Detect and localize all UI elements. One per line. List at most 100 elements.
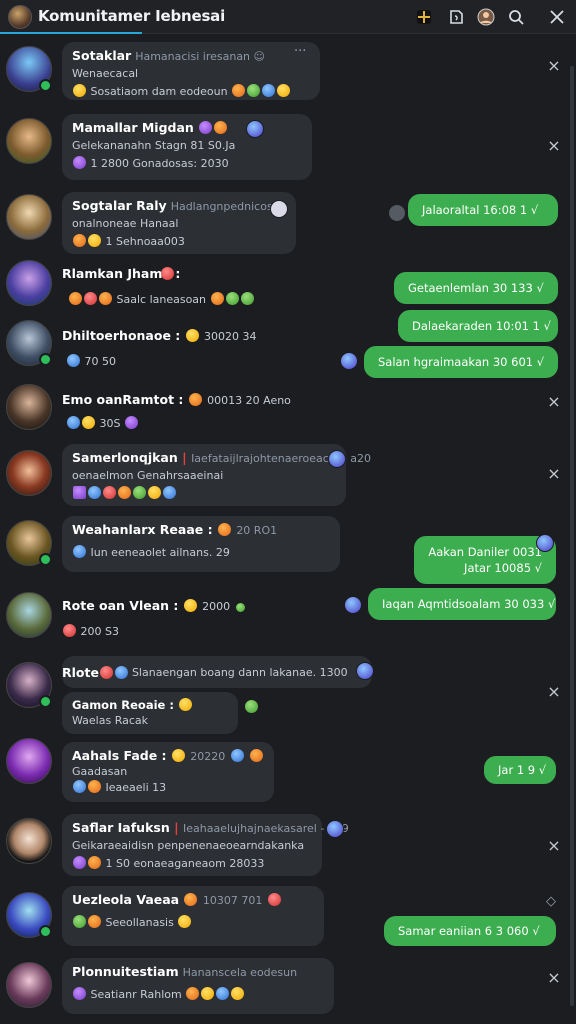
emoji-icon	[247, 84, 261, 97]
reaction-icon[interactable]	[328, 450, 346, 468]
chat-row[interactable]: Emo oanRamtot : 00013 20 Aeno 30S ×	[0, 382, 576, 438]
online-indicator	[39, 79, 52, 92]
message-bubble[interactable]: Plonnuitestiam Hananscela eodesun Seatian…	[62, 958, 334, 1014]
emoji-icon	[216, 987, 230, 1000]
emoji-icon	[73, 156, 86, 169]
avatar	[6, 592, 52, 638]
close-icon[interactable]: ×	[546, 394, 562, 410]
message-line: 1 S0 eonaeaganeaom 28033	[105, 857, 265, 870]
message-line: 70 50	[84, 355, 117, 368]
message-bubble[interactable]: Sogtalar Raly Hadlangnpednicos : onalnone…	[62, 192, 296, 254]
forward-icon[interactable]	[388, 204, 406, 222]
reaction-icon[interactable]	[340, 352, 358, 370]
emoji-icon	[67, 416, 80, 429]
close-icon[interactable]: ×	[546, 58, 562, 74]
outgoing-message[interactable]: Jar 1 9 √	[484, 756, 556, 784]
chat-row[interactable]: Rote oan Vlean : 2000 200 S3 Iaqan Aqmti…	[0, 588, 576, 648]
emoji-icon	[214, 121, 228, 134]
more-options-icon[interactable]: ···	[294, 44, 306, 59]
outgoing-message[interactable]: Getaenlemlan 30 133 √	[394, 272, 558, 304]
outgoing-message[interactable]: Salan hgraimaakan 30 601 √	[364, 346, 558, 378]
outgoing-message[interactable]: Dalaekaraden 10:01 1 √	[398, 310, 558, 342]
active-tab-indicator	[0, 32, 142, 34]
search-icon[interactable]	[504, 5, 528, 29]
sender-status: 10307 701	[202, 894, 263, 907]
emoji-icon	[99, 665, 113, 679]
pin-icon[interactable]: ◇	[546, 894, 556, 909]
avatar	[6, 818, 52, 864]
reaction-icon[interactable]	[326, 820, 344, 838]
reaction-icon[interactable]	[246, 120, 264, 138]
avatar	[6, 118, 52, 164]
emoji-icon	[210, 292, 224, 305]
message-bubble[interactable]: Uezleola Vaeaa 10307 701 Seeollanasis	[62, 886, 324, 946]
message-line: Geikaraeaidisn penpenenaeoearndakanka	[72, 839, 305, 852]
emoji-icon	[73, 545, 86, 558]
chat-row[interactable]: Rlote Slanaengan boang dann lakanae. 130…	[0, 654, 576, 736]
chat-row[interactable]: Samerlonqjkan | Iaefataijlrajohtenaeroea…	[0, 444, 576, 508]
online-indicator	[39, 353, 52, 366]
close-icon[interactable]	[545, 5, 569, 29]
emoji-icon	[217, 523, 231, 536]
reaction-icon[interactable]	[270, 200, 288, 218]
chat-row[interactable]: Dhiltoerhonaoe : 30020 34 70 50 Dalaekar…	[0, 310, 576, 378]
outgoing-message[interactable]: Aakan Daniler 0031 Jatar 10085 √	[414, 536, 556, 584]
sender-status: Hananscela eodesun	[182, 966, 298, 979]
chat-row[interactable]: Uezleola Vaeaa 10307 701 Seeollanasis ◇ …	[0, 886, 576, 950]
close-icon[interactable]: ×	[546, 466, 562, 482]
emoji-icon	[82, 416, 95, 429]
message-bubble[interactable]: Aahals Fade : 20220 Gaadasan Ieaeaeli 13	[62, 742, 274, 802]
sender-name: Saflar Iafuksn	[72, 820, 170, 835]
outgoing-message[interactable]: Iaqan Aqmtidsoalam 30 033 √	[368, 588, 556, 620]
sender-status: Hamanacisi iresanan ☺	[135, 50, 265, 63]
avatar	[6, 738, 52, 784]
message-line: Wenaecacal	[72, 67, 139, 80]
message-bubble[interactable]: Mamallar Migdan Gelekananahn Stagn 81 S0…	[62, 114, 312, 180]
sticker-icon[interactable]	[444, 5, 468, 29]
sender-status: 20 RO1	[236, 524, 278, 537]
cross-icon[interactable]	[412, 5, 436, 29]
message-bubble[interactable]: Sotaklar Hamanacisi iresanan ☺ Wenaecacal…	[62, 42, 320, 100]
chat-row[interactable]: Aahals Fade : 20220 Gaadasan Ieaeaeli 13…	[0, 738, 576, 804]
outgoing-message[interactable]: Jalaoraltal 16:08 1 √	[408, 194, 558, 226]
reaction-icon[interactable]	[536, 534, 554, 552]
sender-status: 2000	[202, 600, 231, 613]
message-bubble[interactable]: Rlote Slanaengan boang dann lakanae. 130…	[62, 656, 372, 688]
emoji-icon	[161, 267, 174, 280]
reaction-icon[interactable]	[356, 662, 374, 680]
app-title: Komunitamer Iebnesai	[38, 7, 226, 25]
emoji-icon	[184, 893, 198, 906]
message-bubble[interactable]: Weahanlarx Reaae : 20 RO1 Iun eeneaolet …	[62, 516, 340, 572]
online-indicator	[39, 925, 52, 938]
emoji-icon	[73, 987, 86, 1000]
sender-name: Rlote	[62, 664, 99, 680]
emoji-icon	[73, 486, 86, 499]
sender-name: Emo oanRamtot :	[62, 392, 184, 407]
chat-row[interactable]: Saflar Iafuksn | Ieahaaelujhajnaekasarel…	[0, 812, 576, 880]
chat-row[interactable]: Plonnuitestiam Hananscela eodesun Seatian…	[0, 956, 576, 1016]
chat-row[interactable]: Sogtalar Raly Hadlangnpednicos : onalnone…	[0, 190, 576, 256]
close-icon[interactable]: ×	[546, 138, 562, 154]
close-icon[interactable]: ×	[546, 684, 562, 700]
emoji-icon	[225, 292, 239, 305]
sender-status: Ieahaaelujhajnaekasarel - 209	[183, 822, 349, 835]
outgoing-message[interactable]: Samar eaniian 6 3 060 √	[384, 916, 556, 946]
message-bubble[interactable]: Gamon Reoaie : Waelas Racak	[62, 692, 238, 734]
message-bubble[interactable]: Saflar Iafuksn | Ieahaaelujhajnaekasarel…	[62, 814, 349, 876]
close-icon[interactable]: ×	[546, 970, 562, 986]
message-bubble[interactable]: Samerlonqjkan | Iaefataijlrajohtenaeroea…	[62, 444, 371, 506]
chat-row[interactable]: Mamallar Migdan Gelekananahn Stagn 81 S0…	[0, 112, 576, 182]
emoji-icon	[133, 486, 146, 499]
emoji-icon	[73, 915, 86, 928]
reaction-icon[interactable]	[344, 596, 362, 614]
profile-avatar-icon[interactable]	[474, 5, 498, 29]
close-icon[interactable]: ×	[546, 838, 562, 854]
sender-status: Hadlangnpednicos :	[170, 200, 280, 213]
message-line: Seeollanasis	[105, 916, 174, 929]
chat-row[interactable]: Sotaklar Hamanacisi iresanan ☺ Wenaecacal…	[0, 40, 576, 102]
message-line: 30S	[99, 417, 121, 430]
chat-row[interactable]: Rlamkan Jhamo : Saalc laneasoan Getaenle…	[0, 258, 576, 314]
chat-row[interactable]: Weahanlarx Reaae : 20 RO1 Iun eeneaolet …	[0, 514, 576, 588]
message-line: Seatianr Rahlom	[90, 988, 182, 1001]
app-avatar-icon[interactable]	[8, 5, 32, 29]
